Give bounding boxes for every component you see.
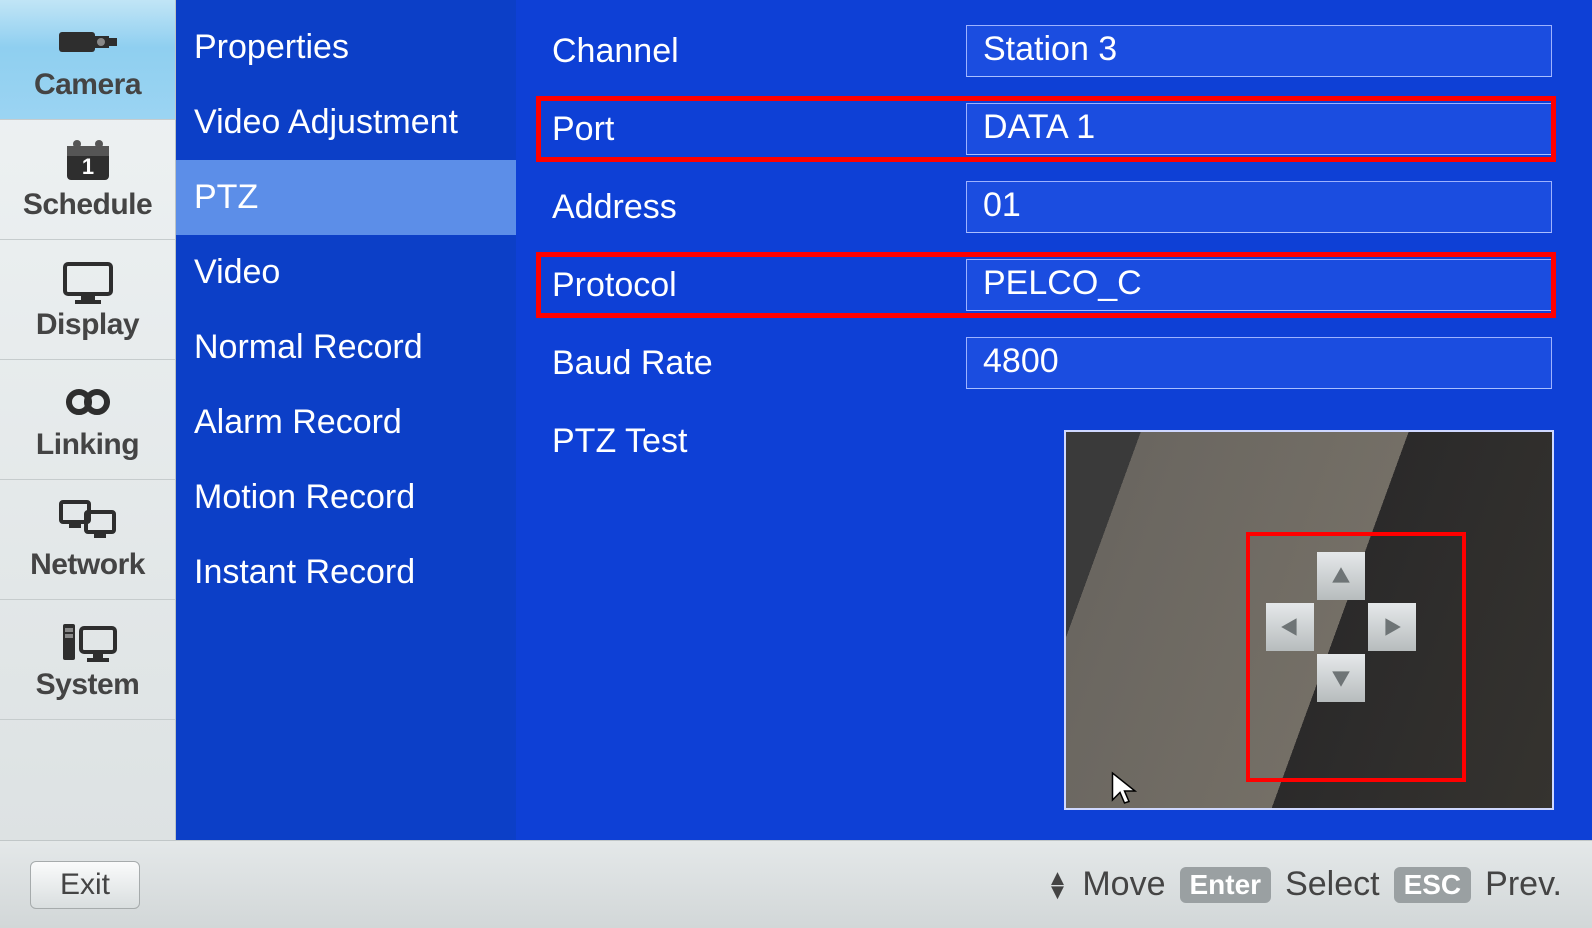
submenu-item-normal-record[interactable]: Normal Record xyxy=(176,310,516,385)
row-port: Port DATA 1 xyxy=(536,90,1572,168)
submenu-item-video[interactable]: Video xyxy=(176,235,516,310)
help-move: Move xyxy=(1082,865,1165,904)
monitor-icon xyxy=(53,258,123,306)
submenu-item-alarm-record[interactable]: Alarm Record xyxy=(176,385,516,460)
link-icon xyxy=(53,378,123,426)
sidebar-label: Display xyxy=(36,308,139,342)
sidebar-item-display[interactable]: Display xyxy=(0,240,175,360)
label-ptztest: PTZ Test xyxy=(536,422,966,461)
updown-arrows-icon: ▲▼ xyxy=(1047,871,1069,897)
input-baud[interactable]: 4800 xyxy=(966,337,1552,389)
footer: Exit ▲▼ Move Enter Select ESC Prev. xyxy=(0,840,1592,928)
row-protocol: Protocol PELCO_C xyxy=(536,246,1572,324)
sidebar-label: System xyxy=(36,668,140,702)
label-address: Address xyxy=(536,188,966,227)
sidebar-label: Linking xyxy=(36,428,139,462)
input-channel[interactable]: Station 3 xyxy=(966,25,1552,77)
row-address: Address 01 xyxy=(536,168,1572,246)
submenu-item-ptz[interactable]: PTZ xyxy=(176,160,516,235)
sidebar: Camera 1 Schedule Display Linking xyxy=(0,0,176,840)
sidebar-item-camera[interactable]: Camera xyxy=(0,0,175,120)
submenu-item-motion-record[interactable]: Motion Record xyxy=(176,460,516,535)
sidebar-label: Schedule xyxy=(23,188,152,222)
submenu-item-properties[interactable]: Properties xyxy=(176,10,516,85)
arrow-up-icon xyxy=(1330,565,1352,587)
arrow-down-icon xyxy=(1330,667,1352,689)
input-address[interactable]: 01 xyxy=(966,181,1552,233)
ptz-right-button[interactable] xyxy=(1368,603,1416,651)
sidebar-label: Network xyxy=(30,548,145,582)
network-icon xyxy=(53,498,123,546)
ptz-up-button[interactable] xyxy=(1317,552,1365,600)
arrow-right-icon xyxy=(1381,616,1403,638)
label-protocol: Protocol xyxy=(536,266,966,305)
exit-button[interactable]: Exit xyxy=(30,861,140,909)
camera-icon xyxy=(53,18,123,66)
input-protocol[interactable]: PELCO_C xyxy=(966,259,1552,311)
help-prev: Prev. xyxy=(1485,865,1562,904)
sidebar-item-network[interactable]: Network xyxy=(0,480,175,600)
submenu-item-video-adjustment[interactable]: Video Adjustment xyxy=(176,85,516,160)
content-pane: Channel Station 3 Port DATA 1 Address 01… xyxy=(516,0,1592,840)
input-port[interactable]: DATA 1 xyxy=(966,103,1552,155)
help-bar: ▲▼ Move Enter Select ESC Prev. xyxy=(1047,865,1562,904)
arrow-left-icon xyxy=(1279,616,1301,638)
esc-key-badge: ESC xyxy=(1394,867,1472,903)
system-icon xyxy=(53,618,123,666)
sidebar-item-schedule[interactable]: 1 Schedule xyxy=(0,120,175,240)
submenu-item-instant-record[interactable]: Instant Record xyxy=(176,535,516,610)
sidebar-item-system[interactable]: System xyxy=(0,600,175,720)
label-baud: Baud Rate xyxy=(536,344,966,383)
calendar-icon: 1 xyxy=(53,138,123,186)
row-channel: Channel Station 3 xyxy=(536,12,1572,90)
ptz-dpad xyxy=(1266,552,1416,702)
sidebar-label: Camera xyxy=(34,68,141,102)
label-port: Port xyxy=(536,110,966,149)
submenu: Properties Video Adjustment PTZ Video No… xyxy=(176,0,516,840)
ptz-preview xyxy=(1064,430,1554,810)
ptz-down-button[interactable] xyxy=(1317,654,1365,702)
sidebar-item-linking[interactable]: Linking xyxy=(0,360,175,480)
enter-key-badge: Enter xyxy=(1180,867,1272,903)
row-baud: Baud Rate 4800 xyxy=(536,324,1572,402)
label-channel: Channel xyxy=(536,32,966,71)
help-select: Select xyxy=(1285,865,1380,904)
ptz-left-button[interactable] xyxy=(1266,603,1314,651)
svg-text:1: 1 xyxy=(81,154,93,179)
